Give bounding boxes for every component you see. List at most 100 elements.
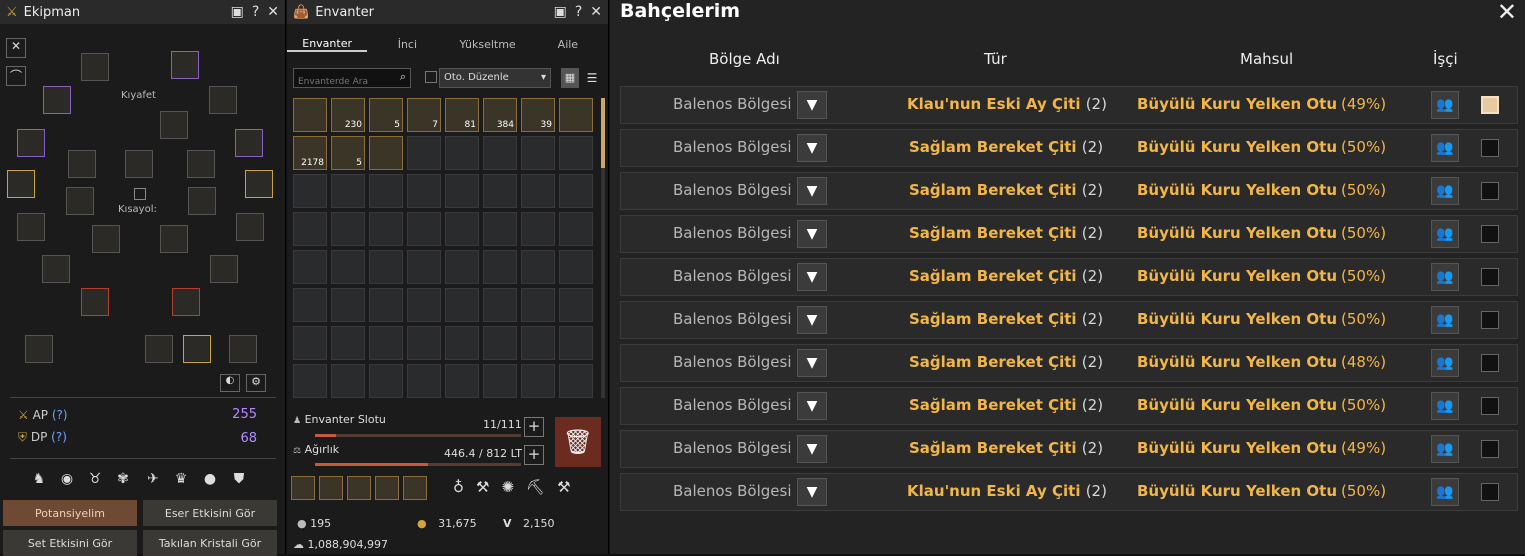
shield-badge-icon[interactable]: ⛊ [230,470,248,488]
auto-sort-checkbox[interactable] [425,71,437,83]
dp-help[interactable]: (?) [51,430,67,444]
inventory-slot[interactable] [369,250,403,284]
close-icon[interactable]: ✕ [267,4,279,20]
flag-slot[interactable] [145,335,173,363]
inventory-slot[interactable] [293,288,327,322]
add-weight-button[interactable]: + [524,445,544,465]
scrollbar-thumb[interactable] [601,98,605,168]
inventory-slot[interactable] [407,326,441,360]
horns-icon[interactable]: ♉ [86,470,104,488]
lamp-icon[interactable]: ♁ [453,478,464,496]
inventory-slot[interactable]: 2178 [293,136,327,170]
tool-4-icon[interactable] [375,476,399,500]
row-checkbox[interactable] [1481,397,1499,415]
trash-icon[interactable]: 🗑 [555,417,601,467]
row-checkbox[interactable] [1481,440,1499,458]
page-icon[interactable]: ▣ [554,4,567,20]
row-checkbox[interactable] [1481,96,1499,114]
inventory-slot[interactable] [369,174,403,208]
inventory-slot[interactable] [483,136,517,170]
row-checkbox[interactable] [1481,225,1499,243]
inventory-slot[interactable] [559,98,593,132]
inventory-slot[interactable]: 39 [521,98,555,132]
region-dropdown[interactable]: ▼ [797,478,827,506]
region-dropdown[interactable]: ▼ [797,263,827,291]
help-icon[interactable]: ? [575,4,582,20]
armor-slot[interactable] [235,129,263,157]
auto-sort-dropdown[interactable]: Oto. Düzenle ▾ [439,68,551,88]
potential-button[interactable]: Potansiyelim [3,500,137,526]
inventory-slot[interactable] [293,212,327,246]
alchemy-stone-slot[interactable] [42,255,70,283]
region-dropdown[interactable]: ▼ [797,220,827,248]
page-icon[interactable]: ▣ [231,4,244,20]
inventory-slot[interactable] [559,212,593,246]
gear-icon[interactable]: ⚙ [246,374,266,392]
region-dropdown[interactable]: ▼ [797,392,827,420]
inventory-slot[interactable] [445,288,479,322]
gloves-slot[interactable] [68,150,96,178]
horse-icon[interactable]: ♞ [30,470,48,488]
worker-button[interactable]: 👥 [1431,392,1459,420]
outfit-accessory-slot[interactable] [209,86,237,114]
pet-slot[interactable] [183,335,211,363]
ring-right-slot[interactable] [245,170,273,198]
mallet-icon[interactable]: ⚒ [557,478,570,496]
tab-inventory[interactable]: Envanter [287,37,368,52]
inventory-slot[interactable] [369,136,403,170]
inventory-slot[interactable] [331,326,365,360]
lightstone-left-slot[interactable] [81,288,109,316]
inventory-slot[interactable]: 7 [407,98,441,132]
inventory-slot[interactable] [407,136,441,170]
inventory-slot[interactable] [407,364,441,398]
inventory-slot[interactable] [559,364,593,398]
inventory-slot[interactable] [369,326,403,360]
inventory-slot[interactable] [483,174,517,208]
row-checkbox[interactable] [1481,182,1499,200]
necklace-slot[interactable] [236,213,264,241]
artifact-slot[interactable] [210,255,238,283]
bow-toggle-icon[interactable]: ⌒ [6,66,26,86]
worker-button[interactable]: 👥 [1431,263,1459,291]
close-icon[interactable]: ✕ [1497,0,1517,26]
worker-button[interactable]: 👥 [1431,220,1459,248]
dragon-icon[interactable]: ♛ [172,470,190,488]
boots-slot[interactable] [187,150,215,178]
inventory-slot[interactable] [293,174,327,208]
lightstone-right-slot[interactable] [172,288,200,316]
swords-toggle-icon[interactable]: ✕ [6,38,26,58]
inventory-slot[interactable] [483,250,517,284]
inventory-slot[interactable] [407,174,441,208]
inventory-slot[interactable] [521,212,555,246]
tab-family[interactable]: Aile [528,38,608,51]
inventory-slot[interactable] [483,364,517,398]
hammer-icon[interactable]: ⚒ [476,478,489,496]
inventory-slot[interactable] [521,326,555,360]
region-dropdown[interactable]: ▼ [797,349,827,377]
region-dropdown[interactable]: ▼ [797,306,827,334]
inventory-slot[interactable] [483,212,517,246]
inventory-slot[interactable] [483,288,517,322]
inventory-slot[interactable] [445,136,479,170]
tool-5-icon[interactable] [403,476,427,500]
region-dropdown[interactable]: ▼ [797,177,827,205]
inventory-slot[interactable] [445,364,479,398]
inventory-slot[interactable] [445,212,479,246]
worker-button[interactable]: 👥 [1431,134,1459,162]
person-icon[interactable]: ● [201,470,219,488]
row-checkbox[interactable] [1481,354,1499,372]
cloak-slot[interactable] [160,225,188,253]
mask-icon[interactable]: ◉ [58,470,76,488]
main-weapon-slot[interactable] [17,129,45,157]
outfit-armor-slot[interactable] [171,51,199,79]
region-dropdown[interactable]: ▼ [797,134,827,162]
tab-upgrade[interactable]: Yükseltme [448,38,528,51]
tab-pearl[interactable]: İnci [367,38,447,51]
inventory-slot[interactable] [293,250,327,284]
ring-left-slot[interactable] [7,170,35,198]
list-view-icon[interactable]: ☰ [583,68,601,88]
tool-3-icon[interactable] [347,476,371,500]
bird-icon[interactable]: ✈ [144,470,162,488]
help-icon[interactable]: ? [252,4,259,20]
inventory-slot[interactable] [559,250,593,284]
